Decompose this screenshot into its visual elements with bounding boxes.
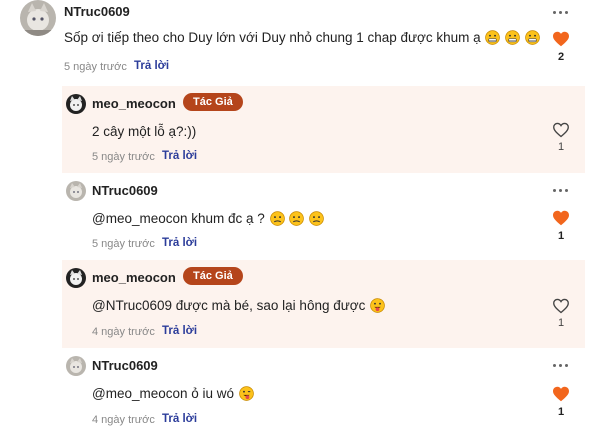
confused-emoji bbox=[289, 211, 305, 226]
comment-username[interactable]: meo_meocon bbox=[92, 96, 176, 111]
author-badge: Tác Giả bbox=[183, 93, 243, 111]
like-count: 1 bbox=[557, 317, 565, 329]
comment-timestamp: 5 ngày trước bbox=[92, 238, 155, 250]
more-options-icon[interactable] bbox=[553, 6, 569, 18]
comment-username[interactable]: NTruc0609 bbox=[92, 183, 158, 198]
avatar[interactable] bbox=[66, 94, 86, 114]
grimace-emoji bbox=[505, 30, 521, 45]
heart-filled-icon[interactable] bbox=[552, 31, 570, 47]
avatar[interactable] bbox=[20, 0, 56, 36]
comment-text: Sốp ơi tiếp theo cho Duy lớn với Duy nhỏ… bbox=[64, 30, 540, 45]
comment-text: @meo_meocon khum đc ạ ? bbox=[92, 211, 324, 226]
confused-emoji bbox=[269, 211, 285, 226]
grimace-emoji bbox=[525, 30, 540, 45]
reply-button[interactable]: Trả lời bbox=[134, 60, 169, 72]
like-count: 1 bbox=[557, 230, 565, 242]
comment-item: NTruc0609 Sốp ơi tiếp theo cho Duy lớn v… bbox=[0, 0, 595, 86]
avatar[interactable] bbox=[66, 268, 86, 288]
winking-tongue-emoji bbox=[238, 386, 254, 401]
heart-outline-icon[interactable] bbox=[552, 122, 570, 138]
like-count: 2 bbox=[557, 51, 565, 63]
heart-filled-icon[interactable] bbox=[552, 210, 570, 226]
like-count: 1 bbox=[557, 141, 565, 153]
like-count: 1 bbox=[557, 406, 565, 418]
heart-outline-icon[interactable] bbox=[552, 298, 570, 314]
avatar[interactable] bbox=[66, 181, 86, 201]
comment-text: @meo_meocon ỏ iu wó bbox=[92, 386, 254, 401]
comment-timestamp: 4 ngày trước bbox=[92, 326, 155, 338]
comment-username[interactable]: NTruc0609 bbox=[92, 358, 158, 373]
heart-filled-icon[interactable] bbox=[552, 386, 570, 402]
comment-text: 2 cây một lỗ ạ?:)) bbox=[92, 124, 197, 139]
author-badge: Tác Giả bbox=[183, 267, 243, 285]
reply-item: meo_meocon Tác Giả 2 cây một lỗ ạ?:)) 5 … bbox=[62, 86, 585, 173]
comment-text: @NTruc0609 được mà bé, sao lại hông được bbox=[92, 298, 385, 313]
reply-item: NTruc0609 @meo_meocon ỏ iu wó 4 ngày trư… bbox=[62, 348, 585, 440]
reply-button[interactable]: Trả lời bbox=[162, 413, 197, 425]
more-options-icon[interactable] bbox=[553, 184, 569, 196]
comment-timestamp: 5 ngày trước bbox=[92, 151, 155, 163]
grimace-emoji bbox=[485, 30, 501, 45]
reply-button[interactable]: Trả lời bbox=[162, 150, 197, 162]
reply-button[interactable]: Trả lời bbox=[162, 237, 197, 249]
comment-timestamp: 4 ngày trước bbox=[92, 414, 155, 426]
reply-item: NTruc0609 @meo_meocon khum đc ạ ? 5 ngày… bbox=[62, 173, 585, 260]
reply-button[interactable]: Trả lời bbox=[162, 325, 197, 337]
comment-timestamp: 5 ngày trước bbox=[64, 61, 127, 73]
tongue-out-emoji bbox=[370, 298, 385, 313]
avatar[interactable] bbox=[66, 356, 86, 376]
comment-username[interactable]: meo_meocon bbox=[92, 270, 176, 285]
comment-username[interactable]: NTruc0609 bbox=[64, 4, 130, 19]
more-options-icon[interactable] bbox=[553, 359, 569, 371]
confused-emoji bbox=[309, 211, 324, 226]
reply-item: meo_meocon Tác Giả @NTruc0609 được mà bé… bbox=[62, 260, 585, 348]
